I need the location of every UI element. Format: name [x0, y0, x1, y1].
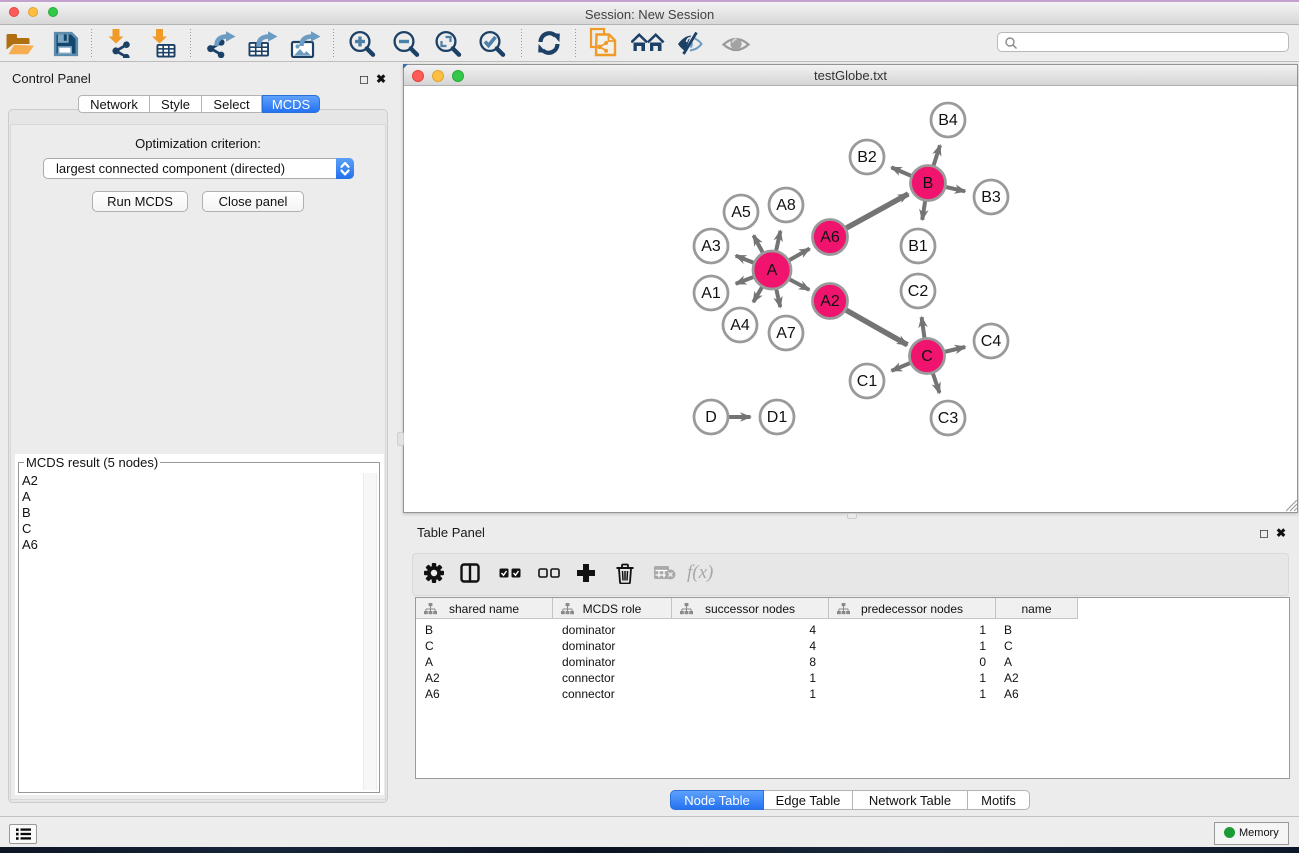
svg-text:B2: B2	[857, 149, 877, 166]
svg-text:A5: A5	[731, 204, 751, 221]
svg-text:D: D	[705, 409, 717, 426]
svg-text:A7: A7	[776, 325, 796, 342]
svg-text:B1: B1	[908, 238, 928, 255]
svg-text:C4: C4	[980, 333, 1001, 350]
svg-text:A2: A2	[820, 293, 840, 310]
svg-text:C3: C3	[937, 410, 958, 427]
svg-text:A4: A4	[730, 317, 750, 334]
svg-text:A8: A8	[776, 197, 796, 214]
svg-text:C2: C2	[907, 283, 928, 300]
svg-text:A6: A6	[820, 229, 840, 246]
svg-text:B4: B4	[938, 112, 958, 129]
svg-text:C1: C1	[856, 373, 877, 390]
svg-text:C: C	[921, 348, 933, 365]
svg-text:B3: B3	[981, 189, 1001, 206]
svg-text:A3: A3	[701, 238, 721, 255]
svg-text:A: A	[766, 262, 777, 279]
svg-text:D1: D1	[766, 409, 787, 426]
svg-text:A1: A1	[701, 285, 721, 302]
svg-text:B: B	[922, 175, 933, 192]
